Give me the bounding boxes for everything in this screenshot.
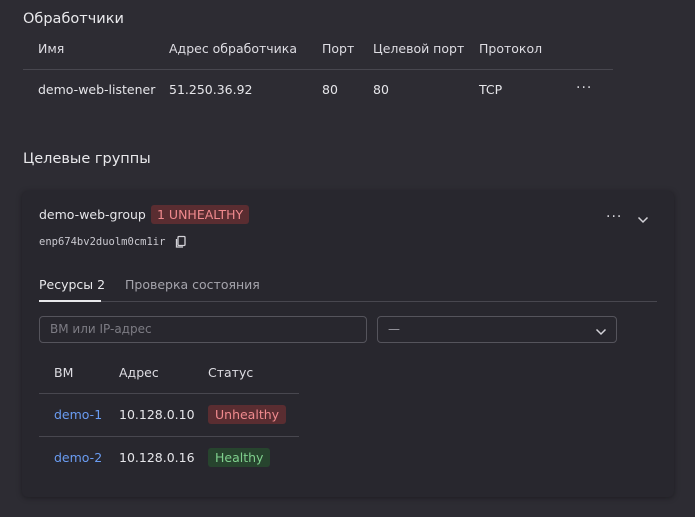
listener-address: 51.250.36.92 — [169, 82, 253, 97]
listeners-col-address: Адрес обработчика — [169, 41, 297, 56]
target-group-more-menu-button[interactable]: ··· — [606, 209, 622, 225]
vm-link-demo-2[interactable]: demo-2 — [54, 450, 102, 465]
tabs-divider — [39, 301, 657, 302]
listeners-col-protocol: Протокол — [479, 41, 543, 56]
unhealthy-count-badge: 1 UNHEALTHY — [151, 205, 250, 224]
tab-resources[interactable]: Ресурсы 2 — [39, 277, 105, 292]
vm-address: 10.128.0.16 — [119, 450, 195, 465]
resources-col-vm: ВМ — [54, 365, 74, 380]
status-badge: Healthy — [208, 448, 271, 467]
resources-header-divider — [39, 393, 299, 394]
copy-icon[interactable] — [174, 234, 188, 248]
resources-col-status: Статус — [208, 365, 254, 380]
listeners-col-target-port: Целевой порт — [373, 41, 465, 56]
target-group-name: demo-web-group — [39, 207, 146, 222]
chevron-down-icon — [594, 323, 608, 337]
target-group-id: enp674bv2duolm0cm1ir — [39, 236, 166, 248]
tab-health-check[interactable]: Проверка состояния — [125, 277, 260, 292]
chevron-down-icon[interactable] — [636, 212, 650, 226]
listeners-header-divider — [23, 69, 613, 70]
vm-address: 10.128.0.10 — [119, 407, 195, 422]
status-select-value: — — [388, 322, 400, 336]
tab-resources-underline — [39, 300, 101, 302]
listener-protocol: TCP — [479, 82, 503, 97]
target-group-card: demo-web-group 1 UNHEALTHY enp674bv2duol… — [22, 191, 674, 497]
vm-link-demo-1[interactable]: demo-1 — [54, 407, 102, 422]
row-divider — [39, 436, 299, 437]
listeners-col-name: Имя — [38, 41, 65, 56]
status-select[interactable]: — — [377, 316, 617, 343]
listeners-col-port: Порт — [322, 41, 355, 56]
listeners-title: Обработчики — [23, 11, 124, 27]
listener-more-menu-button[interactable]: ··· — [576, 80, 592, 96]
listener-port: 80 — [322, 82, 338, 97]
listener-name: demo-web-listener — [38, 82, 156, 97]
target-groups-title: Целевые группы — [23, 151, 151, 167]
resources-col-address: Адрес — [119, 365, 159, 380]
listener-target-port: 80 — [373, 82, 389, 97]
vm-search-input[interactable]: ВМ или IP-адрес — [39, 316, 367, 343]
status-badge: Unhealthy — [208, 405, 287, 424]
